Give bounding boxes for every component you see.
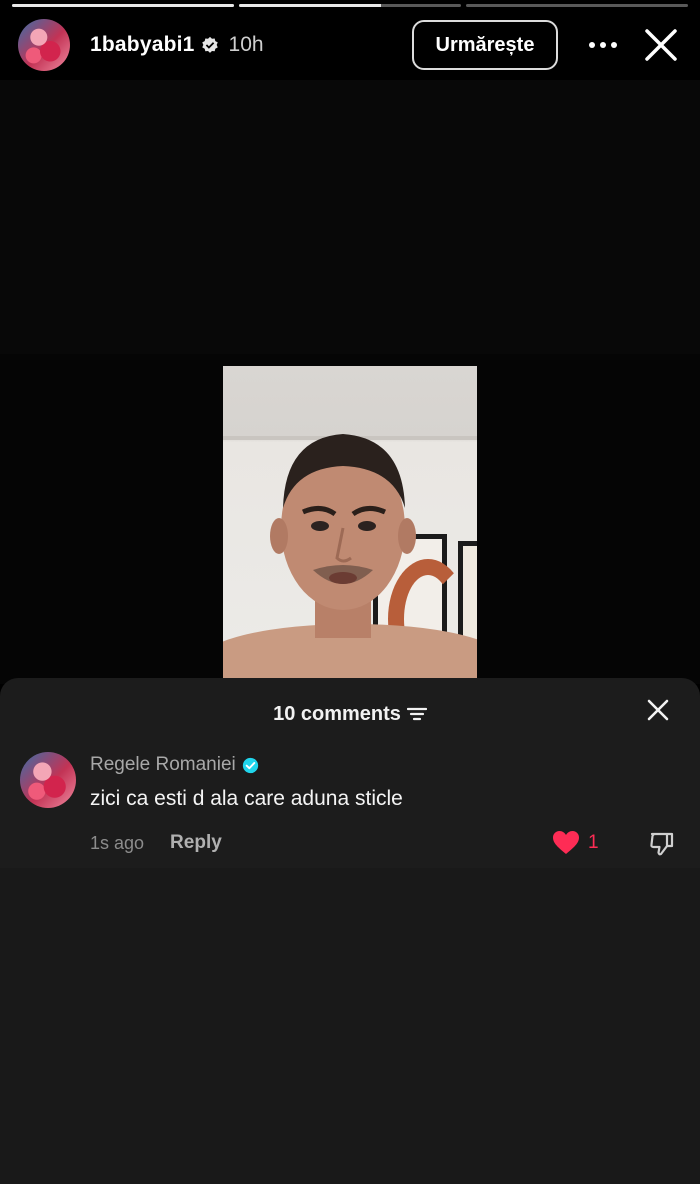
sort-filter-icon[interactable] (406, 706, 427, 722)
person-face (270, 434, 416, 638)
story-progress-segment (466, 4, 688, 7)
verified-badge-icon (201, 36, 218, 53)
follow-button[interactable]: Urmărește (412, 20, 558, 70)
close-icon[interactable] (636, 20, 686, 70)
comment-text: zici ca esti d ala care aduna sticle (90, 787, 403, 810)
avatar[interactable] (20, 752, 76, 808)
comment-meta: 1s ago Reply (90, 832, 222, 854)
story-progress-bars (12, 4, 688, 7)
story-background (0, 80, 700, 354)
story-progress-fill (12, 4, 234, 7)
story-time: 10h (228, 33, 264, 56)
comment-item: Regele Romaniei zici ca esti d ala care … (20, 752, 685, 862)
story-header: 1babyabi1 10h Urmărește (18, 18, 686, 72)
close-comments-icon[interactable] (644, 696, 672, 724)
verified-badge-icon (242, 757, 258, 773)
story-username[interactable]: 1babyabi1 (90, 33, 195, 57)
like-button[interactable]: 1 (552, 830, 599, 856)
comment-time: 1s ago (90, 832, 145, 853)
more-horizontal-icon[interactable] (578, 20, 628, 70)
comment-author-row: Regele Romaniei (90, 754, 259, 776)
story-progress-segment (12, 4, 234, 7)
heart-icon (553, 831, 579, 854)
like-count: 1 (588, 832, 599, 853)
comments-sheet-empty-area (0, 868, 700, 1184)
comments-sheet-header: 10 comments (0, 698, 700, 730)
story-progress-segment (239, 4, 461, 7)
comment-author[interactable]: Regele Romaniei (90, 754, 236, 776)
dislike-icon[interactable] (648, 830, 676, 858)
comments-count: 10 comments (273, 702, 401, 725)
story-progress-fill (239, 4, 382, 7)
avatar[interactable] (18, 19, 70, 71)
reply-button[interactable]: Reply (170, 832, 222, 854)
story-video[interactable] (223, 366, 477, 684)
